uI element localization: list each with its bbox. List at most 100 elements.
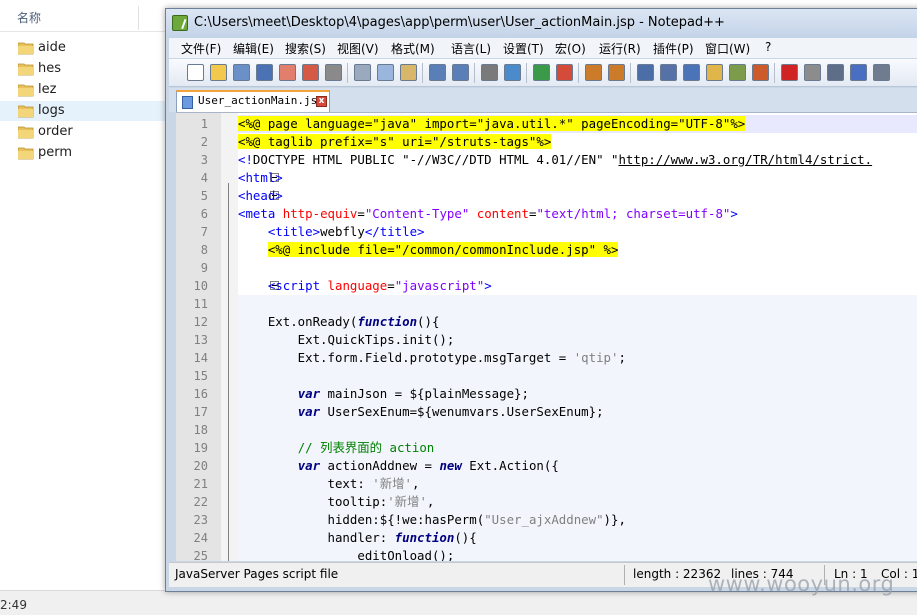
folder-item[interactable]: order <box>0 122 168 142</box>
doc-map-icon[interactable] <box>729 64 746 81</box>
save-all-icon[interactable] <box>256 64 273 81</box>
column-separator[interactable] <box>138 6 139 30</box>
line-number: 13 <box>193 333 208 347</box>
tab-close-icon[interactable]: x <box>316 96 327 107</box>
code-line[interactable]: var UserSexEnum=${wenumvars.UserSexEnum}… <box>238 403 604 421</box>
code-editor[interactable]: 1 2 3 4 5 6 7 8 9 10 11 12 13 14 15 16 17 18 19 20 21 22 23 24 2… <box>176 112 917 561</box>
code-line[interactable]: var mainJson = ${plainMessage}; <box>238 385 529 403</box>
code-line[interactable]: <meta http-equiv="Content-Type" content=… <box>238 205 738 223</box>
copy-icon[interactable] <box>377 64 394 81</box>
code-token: = <box>387 278 395 293</box>
code-line[interactable]: Ext.form.Field.prototype.msgTarget = 'qt… <box>238 349 626 367</box>
folder-item[interactable]: logs <box>0 101 168 121</box>
code-token: handler: <box>238 530 395 545</box>
folder-item[interactable]: lez <box>0 80 168 100</box>
word-wrap-icon[interactable] <box>637 64 654 81</box>
code-line[interactable]: text: '新增', <box>238 475 420 493</box>
menu-item[interactable]: 插件(P) <box>653 40 694 57</box>
line-number: 23 <box>193 513 208 527</box>
menu-item[interactable]: 宏(O) <box>555 40 586 57</box>
code-line[interactable]: tooltip:'新增', <box>238 493 435 511</box>
line-number-gutter: 1 2 3 4 5 6 7 8 9 10 11 12 13 14 15 16 17 18 19 20 21 22 23 24 2… <box>176 113 221 561</box>
code-line[interactable]: <%@ include file="/common/commonInclude.… <box>238 241 619 259</box>
run-macro-multiple-icon[interactable] <box>850 64 867 81</box>
close-icon[interactable] <box>279 64 296 81</box>
save-macro-icon[interactable] <box>873 64 890 81</box>
code-line[interactable]: Ext.QuickTips.init(); <box>238 331 455 349</box>
code-line[interactable]: <%@ page language="java" import="java.ut… <box>238 115 746 133</box>
stop-macro-icon[interactable] <box>804 64 821 81</box>
code-token: tooltip: <box>238 494 388 509</box>
code-line[interactable]: // 列表界面的 action <box>238 439 435 457</box>
menu-item[interactable]: 视图(V) <box>337 40 379 57</box>
notepadpp-app-icon[interactable] <box>172 15 188 31</box>
line-number: 6 <box>200 207 208 221</box>
code-line[interactable]: handler: function(){ <box>238 529 477 547</box>
code-line[interactable]: <html> <box>238 169 283 187</box>
code-token: "User_ajxAddnew" <box>484 512 604 527</box>
open-file-icon[interactable] <box>210 64 227 81</box>
code-token: </title> <box>364 224 425 239</box>
zoom-in-icon[interactable] <box>533 64 550 81</box>
code-line[interactable]: <script language="javascript"> <box>238 277 492 295</box>
indent-guide-icon[interactable] <box>683 64 700 81</box>
show-all-chars-icon[interactable] <box>660 64 677 81</box>
function-list-icon[interactable] <box>752 64 769 81</box>
code-token: mainJson = ${plainMessage}; <box>320 386 529 401</box>
undo-icon[interactable] <box>429 64 446 81</box>
save-icon[interactable] <box>233 64 250 81</box>
folder-item[interactable]: hes <box>0 59 168 79</box>
line-number: 7 <box>200 225 208 239</box>
print-icon[interactable] <box>325 64 342 81</box>
code-token: var <box>297 458 321 473</box>
zoom-out-icon[interactable] <box>556 64 573 81</box>
folder-label: logs <box>38 103 65 118</box>
toolbar-separator <box>347 63 348 83</box>
menu-item[interactable]: 窗口(W) <box>705 40 750 57</box>
code-area[interactable]: <%@ page language="java" import="java.ut… <box>238 113 917 561</box>
paste-icon[interactable] <box>400 64 417 81</box>
window-title: C:\Users\meet\Desktop\4\pages\app\perm\u… <box>194 15 725 30</box>
code-token: = <box>357 206 365 221</box>
redo-icon[interactable] <box>452 64 469 81</box>
close-all-icon[interactable] <box>302 64 319 81</box>
code-line[interactable]: <title>webfly</title> <box>238 223 425 241</box>
title-bar[interactable]: C:\Users\meet\Desktop\4\pages\app\perm\u… <box>166 9 917 38</box>
find-icon[interactable] <box>481 64 498 81</box>
menu-item[interactable]: 文件(F) <box>181 40 221 57</box>
code-line[interactable]: editOnload(); <box>238 547 454 561</box>
code-line[interactable]: <%@ taglib prefix="s" uri="/struts-tags"… <box>238 133 552 151</box>
code-line[interactable]: hidden:${!we:hasPerm("User_ajxAddnew")}, <box>238 511 626 529</box>
menu-item[interactable]: 运行(R) <box>599 40 641 57</box>
code-token: '新增' <box>372 476 412 491</box>
tab-user-actionmain[interactable]: User_actionMain.jsp x <box>176 90 330 112</box>
folder-item[interactable]: aide <box>0 38 168 58</box>
new-file-icon[interactable] <box>187 64 204 81</box>
user-lang-icon[interactable] <box>706 64 723 81</box>
menu-item[interactable]: 格式(M) <box>391 40 435 57</box>
code-token: , <box>411 476 420 491</box>
code-line[interactable]: Ext.onReady(function(){ <box>238 313 440 331</box>
code-token: DOCTYPE HTML PUBLIC "-//W3C//DTD HTML 4.… <box>252 152 619 167</box>
name-column-header[interactable]: 名称 <box>0 4 168 32</box>
replace-icon[interactable] <box>504 64 521 81</box>
folder-item[interactable]: perm <box>0 143 168 163</box>
cut-icon[interactable] <box>354 64 371 81</box>
code-line[interactable]: var actionAddnew = new Ext.Action({ <box>238 457 559 475</box>
line-number: 1 <box>200 117 208 131</box>
menu-item[interactable]: 搜索(S) <box>285 40 326 57</box>
menu-item[interactable]: 设置(T) <box>503 40 544 57</box>
play-macro-icon[interactable] <box>827 64 844 81</box>
menu-item[interactable]: ? <box>765 40 771 54</box>
menu-item[interactable]: 编辑(E) <box>233 40 274 57</box>
code-line[interactable]: <head> <box>238 187 283 205</box>
sync-vertical-icon[interactable] <box>585 64 602 81</box>
sync-horizontal-icon[interactable] <box>608 64 625 81</box>
code-token: editOnload(); <box>238 548 455 561</box>
record-macro-icon[interactable] <box>781 64 798 81</box>
code-line[interactable]: <!DOCTYPE HTML PUBLIC "-//W3C//DTD HTML … <box>238 151 872 169</box>
menu-item[interactable]: 语言(L) <box>451 40 491 57</box>
